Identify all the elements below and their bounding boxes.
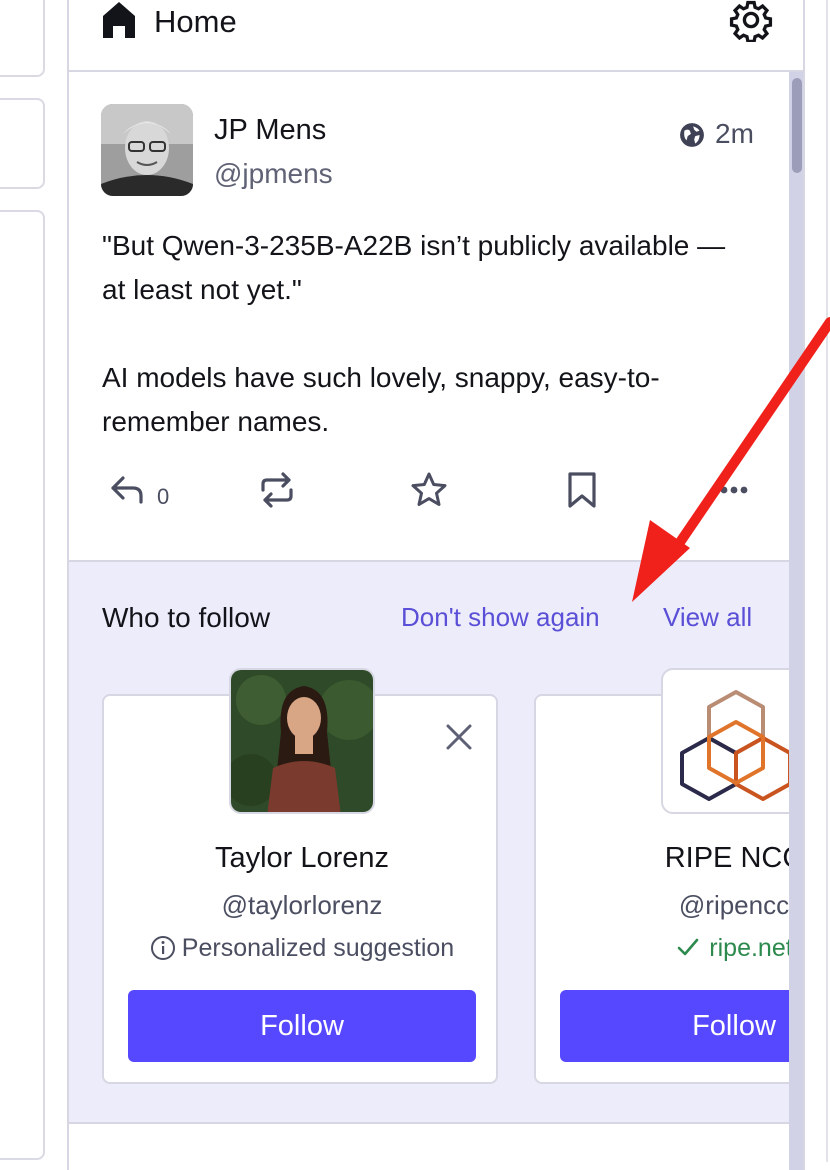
globe-icon — [680, 123, 704, 147]
suggestion-reason: Personalized suggestion — [104, 934, 500, 963]
status-post[interactable]: JP Mens @jpmens 2m "But Qwen-3-235B-A22B… — [69, 72, 789, 560]
bookmark-icon[interactable] — [562, 470, 602, 510]
post-content: "But Qwen-3-235B-A22B isn’t publicly ava… — [102, 224, 742, 488]
check-icon — [677, 938, 699, 956]
who-to-follow-title: Who to follow — [102, 602, 271, 633]
follow-button[interactable]: Follow — [560, 990, 803, 1062]
gear-icon[interactable] — [729, 0, 773, 42]
who-to-follow-section: Who to follow Don't show again View all — [69, 560, 803, 1124]
left-column-panel — [0, 98, 45, 189]
left-column-panel — [0, 0, 45, 77]
suggestion-handle: @taylorlorenz — [221, 890, 383, 920]
column-header: Home — [69, 0, 803, 72]
user-handle[interactable]: @jpmens — [214, 158, 333, 190]
column-title: Home — [154, 4, 237, 39]
dont-show-again-button[interactable]: Don't show again — [401, 602, 600, 633]
suggestion-handle: @ripencc — [678, 890, 790, 920]
follow-button[interactable]: Follow — [128, 990, 476, 1062]
reply-count: 0 — [157, 484, 170, 509]
close-icon[interactable] — [444, 722, 474, 752]
post-actions: 0 — [69, 470, 789, 520]
suggestion-avatar[interactable] — [229, 668, 375, 814]
suggestion-avatar[interactable] — [661, 668, 803, 814]
post-paragraph: AI models have such lovely, snappy, easy… — [102, 362, 660, 437]
home-column: Home JP Mens @jpmens 2m "But Qwen-3-235B… — [67, 0, 805, 1170]
avatar[interactable] — [101, 104, 193, 196]
timeline-feed[interactable]: JP Mens @jpmens 2m "But Qwen-3-235B-A22B… — [69, 72, 803, 1170]
suggestion-name[interactable]: RIPE NCC — [536, 842, 803, 875]
star-icon[interactable] — [409, 470, 449, 510]
reply-icon[interactable] — [107, 470, 147, 510]
info-icon — [150, 936, 175, 960]
post-time[interactable]: 2m — [715, 118, 754, 150]
suggestion-reason-text[interactable]: ripe.net — [709, 934, 792, 962]
display-name[interactable]: JP Mens — [214, 114, 326, 147]
suggestion-card[interactable]: Taylor Lorenz @taylorlorenz Personalized… — [102, 668, 500, 1084]
home-icon — [103, 2, 135, 38]
more-icon[interactable] — [714, 470, 754, 510]
suggestion-card[interactable]: RIPE NCC @ripencc ripe.net Follow — [534, 668, 803, 1084]
view-all-link[interactable]: View all — [663, 602, 752, 633]
left-column-panel — [0, 210, 45, 1160]
suggestion-reason: ripe.net — [536, 934, 803, 963]
suggestion-name[interactable]: Taylor Lorenz — [104, 842, 500, 875]
post-paragraph: "But Qwen-3-235B-A22B isn’t publicly ava… — [102, 230, 726, 305]
right-edge-divider — [826, 0, 828, 1162]
scrollbar-thumb[interactable] — [792, 78, 802, 173]
scrollbar-track[interactable] — [789, 72, 803, 1170]
boost-icon[interactable] — [257, 470, 297, 510]
suggestion-reason-text: Personalized suggestion — [181, 934, 455, 962]
